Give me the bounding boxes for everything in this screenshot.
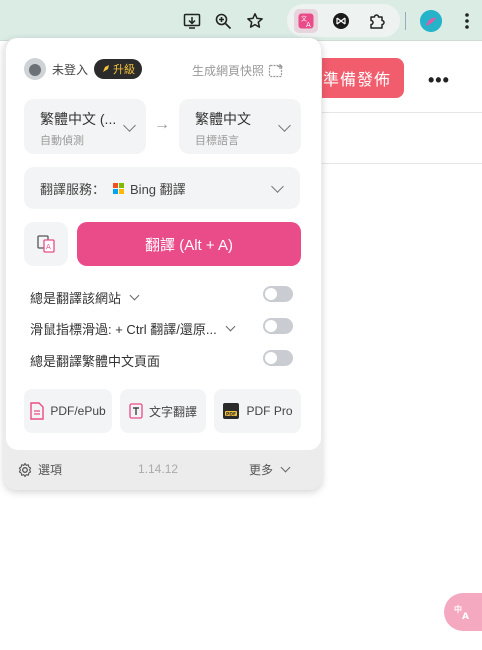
- profile-avatar[interactable]: [420, 10, 442, 32]
- svg-text:A: A: [462, 612, 469, 622]
- option-label: 滑鼠指標滑過: + Ctrl 翻譯/還原...: [30, 322, 217, 337]
- toolbar-divider: [405, 12, 406, 30]
- translate-mode-icon: A: [37, 235, 55, 253]
- always-translate-language-option[interactable]: 總是翻譯繁體中文頁面: [30, 351, 160, 370]
- more-menu-button[interactable]: 更多: [249, 461, 291, 478]
- target-language-hint: 目標語言: [195, 135, 239, 147]
- service-label: 翻譯服務：: [40, 181, 106, 197]
- source-language-hint: 自動偵測: [40, 135, 84, 147]
- hover-translate-toggle[interactable]: [263, 318, 293, 334]
- user-avatar-icon[interactable]: [24, 58, 46, 80]
- browser-toolbar: 文A: [0, 0, 482, 41]
- page-divider: [320, 163, 482, 164]
- page-more-menu[interactable]: •••: [428, 70, 450, 91]
- always-translate-language-toggle[interactable]: [263, 350, 293, 366]
- translate-extension-icon[interactable]: 文A: [294, 9, 318, 33]
- svg-text:中: 中: [454, 604, 462, 614]
- tool-label: 文字翻譯: [148, 404, 197, 419]
- arrow-right-icon: →: [154, 116, 170, 133]
- upgrade-label: 升級: [113, 64, 136, 76]
- option-label: 總是翻譯該網站: [30, 291, 122, 306]
- upgrade-button[interactable]: 升級: [94, 59, 143, 79]
- text-translate-button[interactable]: 文字翻譯: [120, 389, 206, 433]
- floating-translate-button[interactable]: 中A: [444, 593, 482, 631]
- more-label: 更多: [249, 463, 274, 477]
- dictionary-mode-button[interactable]: A: [24, 222, 68, 266]
- chevron-down-icon: [280, 462, 291, 473]
- target-language-select[interactable]: 繁體中文 目標語言: [179, 99, 301, 154]
- settings-button[interactable]: 選項: [17, 461, 62, 478]
- translate-button[interactable]: 翻譯 (Alt + A): [77, 222, 301, 266]
- rocket-icon: [103, 65, 110, 72]
- zoom-icon[interactable]: [211, 9, 235, 33]
- tool-label: PDF/ePub: [50, 404, 106, 418]
- svg-text:A: A: [46, 243, 51, 251]
- always-translate-site-option[interactable]: 總是翻譯該網站: [30, 288, 140, 307]
- puzzle-extensions-icon[interactable]: [365, 9, 389, 33]
- pdf-pro-icon: PDF: [223, 403, 240, 419]
- login-status[interactable]: 未登入: [52, 61, 88, 78]
- pdf-pro-button[interactable]: PDF PDF Pro: [214, 389, 301, 433]
- account-row: 未登入 升級: [24, 58, 143, 80]
- pdf-file-icon: [30, 402, 45, 420]
- snapshot-icon: [268, 63, 283, 77]
- extension-icon[interactable]: [329, 9, 353, 33]
- microsoft-logo-icon: [113, 182, 125, 194]
- snapshot-button[interactable]: 生成網頁快照: [192, 62, 284, 79]
- install-app-icon[interactable]: [180, 9, 204, 33]
- chevron-down-icon: [225, 321, 236, 332]
- source-language-select[interactable]: 繁體中文 (... 自動偵測: [24, 99, 146, 154]
- chevron-down-icon: [271, 180, 284, 193]
- page-divider: [320, 112, 482, 113]
- svg-text:PDF: PDF: [226, 411, 236, 417]
- service-value: Bing 翻譯: [130, 181, 186, 197]
- kebab-menu-icon[interactable]: [455, 9, 479, 33]
- hover-translate-option[interactable]: 滑鼠指標滑過: + Ctrl 翻譯/還原...: [30, 319, 236, 338]
- always-translate-site-toggle[interactable]: [263, 286, 293, 302]
- bookmark-star-icon[interactable]: [243, 9, 267, 33]
- translation-service-select[interactable]: 翻譯服務： Bing 翻譯: [24, 167, 300, 209]
- settings-label: 選項: [38, 463, 63, 477]
- snapshot-label: 生成網頁快照: [192, 64, 265, 78]
- chevron-down-icon: [129, 290, 140, 301]
- version-label: 1.14.12: [138, 462, 179, 476]
- option-label: 總是翻譯繁體中文頁面: [30, 354, 161, 369]
- translate-icon: 中A: [454, 604, 469, 622]
- svg-text:A: A: [306, 21, 311, 29]
- text-translate-icon: [129, 403, 143, 419]
- pdf-epub-button[interactable]: PDF/ePub: [24, 389, 112, 433]
- gear-icon: [18, 462, 32, 477]
- tool-label: PDF Pro: [246, 404, 293, 418]
- publish-button[interactable]: 準備發佈: [310, 58, 404, 98]
